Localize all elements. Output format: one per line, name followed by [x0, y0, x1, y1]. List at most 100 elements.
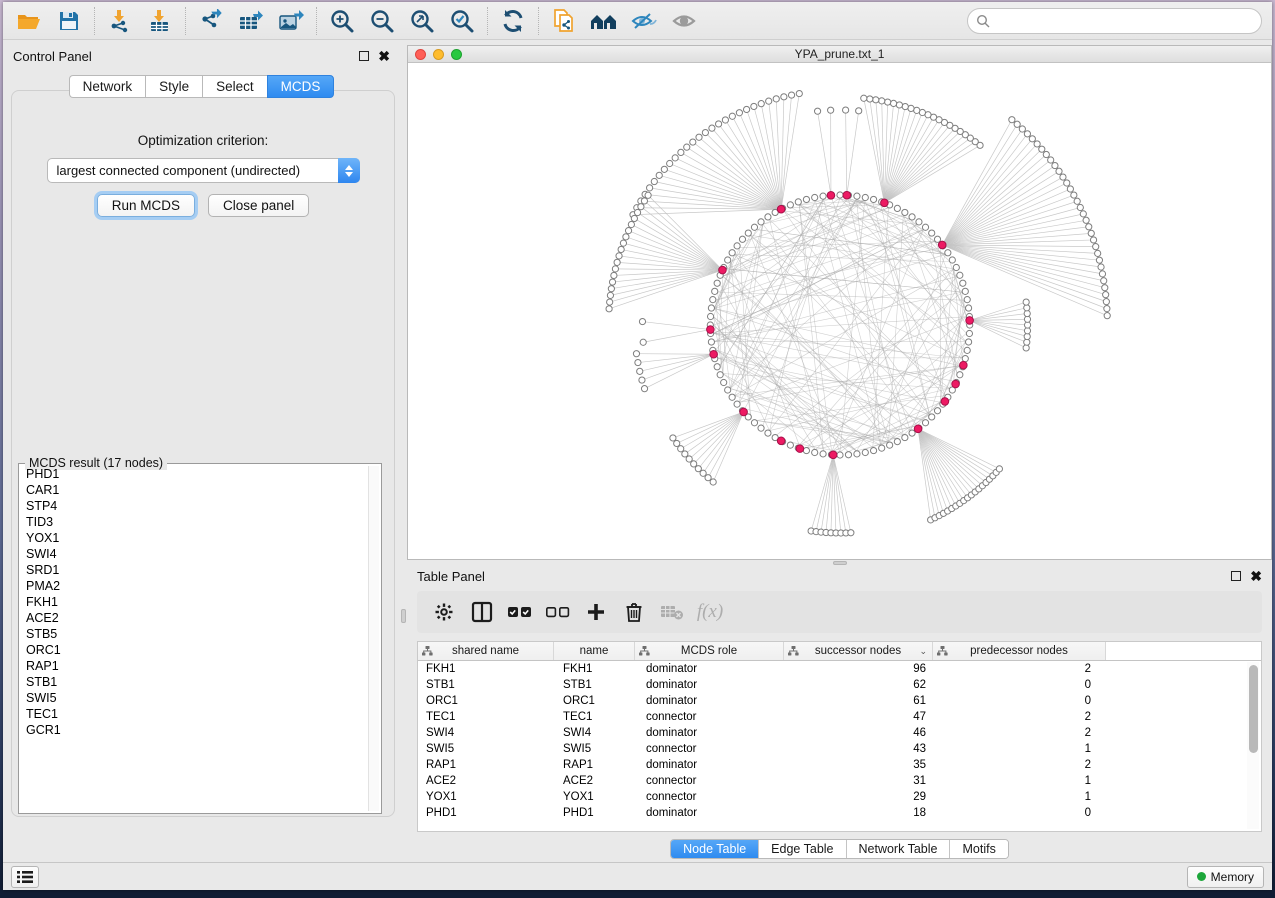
graph-node[interactable]	[845, 452, 851, 458]
graph-leaf-node[interactable]	[606, 306, 612, 312]
graph-leaf-node[interactable]	[696, 134, 702, 140]
graph-leaf-node[interactable]	[684, 144, 690, 150]
graph-leaf-node[interactable]	[633, 351, 639, 357]
graph-leaf-node[interactable]	[625, 228, 631, 234]
graph-leaf-node[interactable]	[1083, 217, 1089, 223]
show-all-icon[interactable]	[664, 5, 704, 37]
graph-node[interactable]	[862, 449, 868, 455]
graph-leaf-node[interactable]	[690, 139, 696, 145]
graph-leaf-node[interactable]	[678, 446, 684, 452]
clone-network-icon[interactable]	[544, 5, 584, 37]
graph-mcds-node[interactable]	[707, 326, 715, 334]
graph-leaf-node[interactable]	[628, 221, 634, 227]
table-row[interactable]: YOX1YOX1connector291	[418, 789, 1261, 805]
graph-leaf-node[interactable]	[1056, 168, 1062, 174]
mcds-result-item[interactable]: CAR1	[21, 482, 367, 498]
mcds-result-item[interactable]: YOX1	[21, 530, 367, 546]
mcds-result-item[interactable]: STB1	[21, 674, 367, 690]
graph-leaf-node[interactable]	[788, 92, 794, 98]
graph-leaf-node[interactable]	[814, 108, 820, 114]
graph-leaf-node[interactable]	[848, 530, 854, 536]
graph-node[interactable]	[725, 257, 731, 263]
close-panel-icon[interactable]: ✖	[378, 51, 390, 61]
graph-node[interactable]	[717, 372, 723, 378]
graph-leaf-node[interactable]	[729, 113, 735, 119]
graph-leaf-node[interactable]	[856, 108, 862, 114]
table-scrollbar-thumb[interactable]	[1249, 665, 1258, 753]
graph-leaf-node[interactable]	[861, 95, 867, 101]
graph-node[interactable]	[964, 297, 970, 303]
graph-node[interactable]	[909, 214, 915, 220]
graph-leaf-node[interactable]	[1080, 211, 1086, 217]
graph-node[interactable]	[854, 193, 860, 199]
graph-mcds-node[interactable]	[960, 361, 968, 369]
graph-leaf-node[interactable]	[641, 198, 647, 204]
graph-leaf-node[interactable]	[609, 279, 615, 285]
graph-node[interactable]	[902, 209, 908, 215]
graph-leaf-node[interactable]	[873, 97, 879, 103]
graph-node[interactable]	[734, 243, 740, 249]
graph-leaf-node[interactable]	[709, 125, 715, 131]
mcds-result-item[interactable]: PMA2	[21, 578, 367, 594]
graph-leaf-node[interactable]	[634, 209, 640, 215]
graph-node[interactable]	[751, 420, 757, 426]
graph-leaf-node[interactable]	[672, 155, 678, 161]
graph-mcds-node[interactable]	[966, 317, 974, 325]
column-header-MCDS-role[interactable]: MCDS role	[635, 642, 784, 660]
graph-node[interactable]	[812, 194, 818, 200]
graph-node[interactable]	[922, 224, 928, 230]
graph-node[interactable]	[714, 280, 720, 286]
graph-leaf-node[interactable]	[743, 106, 749, 112]
mcds-result-list[interactable]: PHD1CAR1STP4TID3YOX1SWI4SRD1PMA2FKH1ACE2…	[21, 466, 367, 811]
graph-node[interactable]	[966, 330, 972, 336]
export-table-icon[interactable]	[231, 5, 271, 37]
splitter-grip[interactable]	[401, 609, 406, 623]
graph-node[interactable]	[870, 196, 876, 202]
run-mcds-button[interactable]: Run MCDS	[97, 194, 195, 217]
graph-leaf-node[interactable]	[640, 339, 646, 345]
mcds-result-item[interactable]: SRD1	[21, 562, 367, 578]
graph-node[interactable]	[934, 236, 940, 242]
mcds-result-item[interactable]: GCR1	[21, 722, 367, 738]
graph-node[interactable]	[787, 202, 793, 208]
tab-mcds[interactable]: MCDS	[267, 75, 335, 98]
table-row[interactable]: SWI4SWI4dominator462	[418, 725, 1261, 741]
show-columns-icon[interactable]	[465, 595, 499, 629]
graph-leaf-node[interactable]	[608, 286, 614, 292]
graph-node[interactable]	[803, 196, 809, 202]
zoom-fit-icon[interactable]	[402, 5, 442, 37]
first-neighbors-icon[interactable]	[584, 5, 624, 37]
graph-node[interactable]	[729, 394, 735, 400]
tab-node-table[interactable]: Node Table	[671, 840, 759, 858]
graph-leaf-node[interactable]	[656, 172, 662, 178]
graph-node[interactable]	[758, 219, 764, 225]
column-header-successor-nodes[interactable]: successor nodes⌄	[784, 642, 933, 660]
graph-leaf-node[interactable]	[637, 368, 643, 374]
graph-node[interactable]	[894, 438, 900, 444]
graph-leaf-node[interactable]	[1014, 121, 1020, 127]
graph-leaf-node[interactable]	[722, 117, 728, 123]
graph-leaf-node[interactable]	[631, 215, 637, 221]
graph-leaf-node[interactable]	[651, 178, 657, 184]
graph-leaf-node[interactable]	[1067, 186, 1073, 192]
graph-leaf-node[interactable]	[682, 451, 688, 457]
tab-motifs[interactable]: Motifs	[950, 840, 1007, 858]
graph-node[interactable]	[953, 264, 959, 270]
graph-mcds-node[interactable]	[881, 199, 889, 207]
graph-mcds-node[interactable]	[952, 380, 960, 388]
graph-leaf-node[interactable]	[639, 318, 645, 324]
graph-leaf-node[interactable]	[996, 466, 1002, 472]
graph-leaf-node[interactable]	[661, 166, 667, 172]
graph-leaf-node[interactable]	[867, 96, 873, 102]
graph-leaf-node[interactable]	[620, 240, 626, 246]
graph-leaf-node[interactable]	[1023, 299, 1029, 305]
graph-leaf-node[interactable]	[1090, 237, 1096, 243]
graph-leaf-node[interactable]	[1102, 285, 1108, 291]
column-header-shared-name[interactable]: shared name	[418, 642, 554, 660]
graph-leaf-node[interactable]	[1034, 141, 1040, 147]
graph-node[interactable]	[957, 272, 963, 278]
graph-mcds-node[interactable]	[719, 266, 727, 274]
graph-node[interactable]	[965, 339, 971, 345]
graph-node[interactable]	[734, 401, 740, 407]
graph-node[interactable]	[962, 288, 968, 294]
